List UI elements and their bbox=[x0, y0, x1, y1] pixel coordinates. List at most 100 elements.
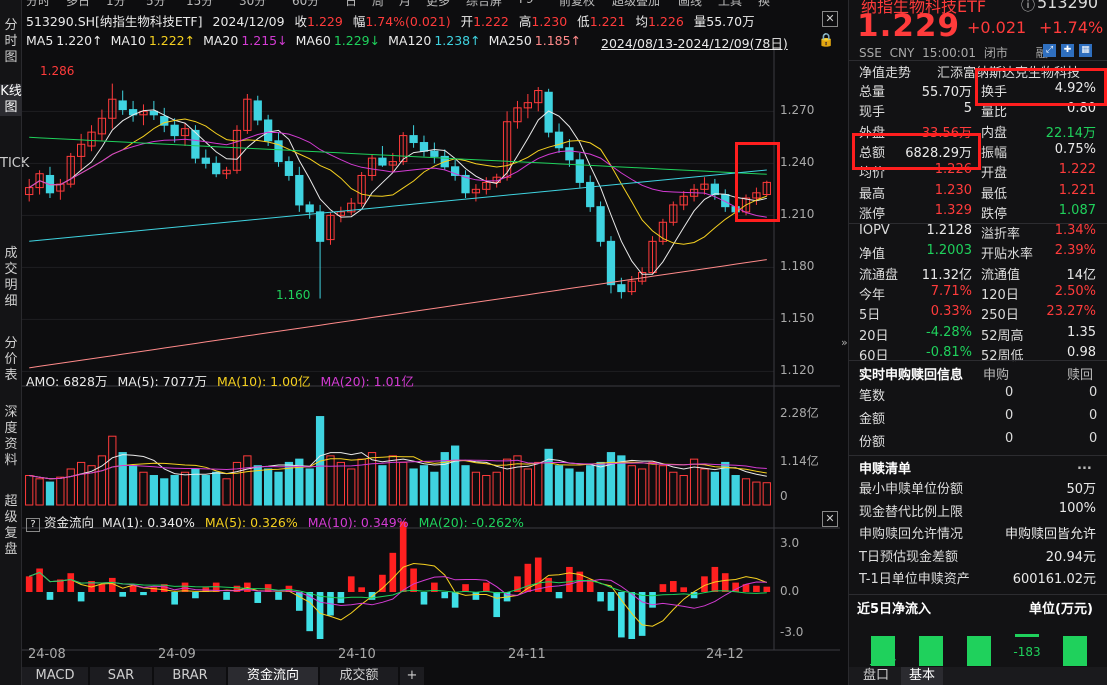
tab-orderbook[interactable]: 盘口 bbox=[855, 667, 897, 685]
flow-bar bbox=[119, 592, 127, 597]
stat-row: 涨停 1.329 跌停 1.087 bbox=[849, 203, 1107, 223]
help-icon[interactable]: ? bbox=[26, 518, 40, 532]
ma-label-2: MA20 bbox=[203, 33, 239, 48]
list-title: 申赎清单 bbox=[859, 462, 912, 477]
volume-bar bbox=[253, 465, 262, 506]
volume-bar bbox=[35, 478, 44, 506]
volume-bar bbox=[56, 476, 65, 506]
top-tab-9[interactable]: 月 bbox=[399, 0, 411, 8]
inflow-bar bbox=[919, 636, 943, 666]
subscribe-cell: 0 bbox=[1089, 408, 1098, 423]
top-tab-7[interactable]: 日 bbox=[345, 0, 357, 8]
nav-kline[interactable]: K线图 bbox=[0, 84, 22, 116]
volume-bar bbox=[721, 461, 730, 506]
ma120-line bbox=[29, 169, 767, 242]
volume-bar bbox=[388, 455, 397, 506]
top-tab-2[interactable]: 1分 bbox=[106, 0, 126, 8]
nav-row[interactable]: 净值走势 汇添富纳斯达克生物科技 bbox=[849, 62, 1107, 82]
top-tab-16[interactable]: 工具 bbox=[718, 0, 742, 8]
tab-macd[interactable]: MACD bbox=[22, 667, 88, 685]
more-icon[interactable]: ... bbox=[1077, 458, 1092, 473]
expand-icon[interactable]: ✚ bbox=[1061, 44, 1074, 57]
volume-bar bbox=[66, 468, 75, 506]
volume-bar bbox=[689, 458, 699, 506]
top-tab-13[interactable]: 前复权 bbox=[559, 0, 595, 8]
range-label: 幅 bbox=[352, 14, 366, 29]
flow-bar bbox=[347, 576, 355, 592]
nav-fenshi[interactable]: 分时图 bbox=[0, 18, 22, 66]
tab-brar[interactable]: BRAR bbox=[154, 667, 226, 685]
top-tab-0[interactable]: 分时 bbox=[26, 0, 50, 8]
grid-icon[interactable]: ▦ bbox=[1079, 44, 1092, 57]
flow-close-icon[interactable]: ✕ bbox=[822, 511, 838, 527]
tab-turnover[interactable]: 成交额 bbox=[320, 667, 398, 685]
volume-tick: 1.14亿 bbox=[780, 454, 819, 468]
top-tab-8[interactable]: 周 bbox=[372, 0, 384, 8]
nav-trend-label[interactable]: 净值走势 bbox=[859, 62, 911, 81]
list-row: 现金替代比例上限 100% bbox=[849, 501, 1107, 521]
stat-label: 溢折率 bbox=[981, 227, 1021, 243]
volume-bar bbox=[347, 468, 356, 506]
volume-bar bbox=[180, 471, 190, 506]
volume-bar bbox=[264, 468, 273, 506]
ma-label-1: MA10 bbox=[110, 33, 146, 48]
stat-value: 55.70万 bbox=[921, 85, 972, 100]
nav-replay[interactable]: 超级复盘 bbox=[0, 494, 22, 558]
tab-basic[interactable]: 基本 bbox=[901, 667, 943, 685]
close-label: 收 bbox=[294, 14, 308, 29]
nav-trade-detail[interactable]: 成交明细 bbox=[0, 246, 22, 310]
right-panel: 纳指生物科技ETF ⓘ 513290 1.229 +0.021 +1.74% S… bbox=[848, 0, 1107, 685]
top-tab-14[interactable]: 超级叠加 bbox=[612, 0, 660, 8]
top-tab-4[interactable]: 15分 bbox=[186, 0, 213, 8]
info-icon[interactable]: ⓘ bbox=[1021, 0, 1035, 15]
price-tick: 1.120 bbox=[780, 363, 815, 378]
ma-value-0: 1.220↑ bbox=[56, 33, 103, 48]
volume-bar bbox=[700, 468, 709, 506]
top-tab-12[interactable]: F9 bbox=[519, 0, 534, 6]
range-value: 1.74%(0.021) bbox=[365, 14, 451, 29]
collapse-arrow-icon[interactable]: » bbox=[841, 336, 848, 349]
subscribe-row: 笔数 0 0 bbox=[849, 385, 1107, 405]
nav-tick[interactable]: TICK bbox=[0, 156, 29, 172]
top-tab-11[interactable]: 综合屏 bbox=[466, 0, 502, 8]
flow-bar bbox=[67, 573, 75, 592]
flow-ma5: MA(5): 0.326% bbox=[204, 515, 298, 530]
stat-label: 60日 bbox=[859, 348, 889, 364]
kline-chart[interactable] bbox=[22, 50, 840, 667]
list-label: T日预估现金差额 bbox=[859, 549, 958, 565]
vol-label: 量 bbox=[693, 14, 707, 29]
stat-value: 1.087 bbox=[1058, 202, 1096, 218]
tab-sar[interactable]: SAR bbox=[90, 667, 152, 685]
lock-icon[interactable]: 🔒 bbox=[818, 33, 834, 48]
flow-bar bbox=[669, 581, 677, 592]
top-tab-15[interactable]: 画线 bbox=[678, 0, 702, 8]
flow-title: 资金流向 bbox=[43, 515, 94, 530]
top-tab-6[interactable]: 60分 bbox=[292, 0, 319, 8]
nav-depth[interactable]: 深度资料 bbox=[0, 405, 22, 469]
low-value: 1.221 bbox=[589, 14, 626, 29]
top-tab-17[interactable]: 换 bbox=[758, 0, 770, 8]
top-tab-10[interactable]: 更多 bbox=[426, 0, 450, 8]
list-label: 最小申赎单位份额 bbox=[859, 482, 964, 497]
sync-icon[interactable]: ⤢ bbox=[1043, 44, 1056, 57]
tab-fund-flow[interactable]: 资金流向 bbox=[228, 667, 318, 685]
volume-bar bbox=[648, 461, 657, 506]
subscribe-cell: 0 bbox=[1005, 431, 1014, 446]
stat-value: 0.33% bbox=[930, 304, 972, 320]
top-tab-3[interactable]: 5分 bbox=[146, 0, 166, 8]
volume-bar bbox=[399, 461, 408, 506]
stat-value: 14亿 bbox=[1066, 267, 1096, 283]
flow-bar bbox=[753, 585, 760, 592]
stat-value: 33.56万 bbox=[921, 125, 972, 141]
top-tab-5[interactable]: 30分 bbox=[239, 0, 266, 8]
volume-bar bbox=[638, 468, 647, 506]
close-icon[interactable]: ✕ bbox=[822, 11, 838, 27]
nav-price-table[interactable]: 分价表 bbox=[0, 336, 22, 384]
high-value: 1.230 bbox=[531, 14, 568, 29]
stat-row: 外盘 33.56万 内盘 22.14万 bbox=[849, 122, 1107, 142]
candle-body bbox=[565, 147, 574, 161]
stat-row: 净值 1.2003 开贴水率 2.39% bbox=[849, 243, 1107, 263]
stat-value: 5 bbox=[963, 101, 972, 117]
top-tab-1[interactable]: 多日 bbox=[66, 0, 90, 8]
add-tab-icon[interactable]: + bbox=[400, 667, 424, 685]
